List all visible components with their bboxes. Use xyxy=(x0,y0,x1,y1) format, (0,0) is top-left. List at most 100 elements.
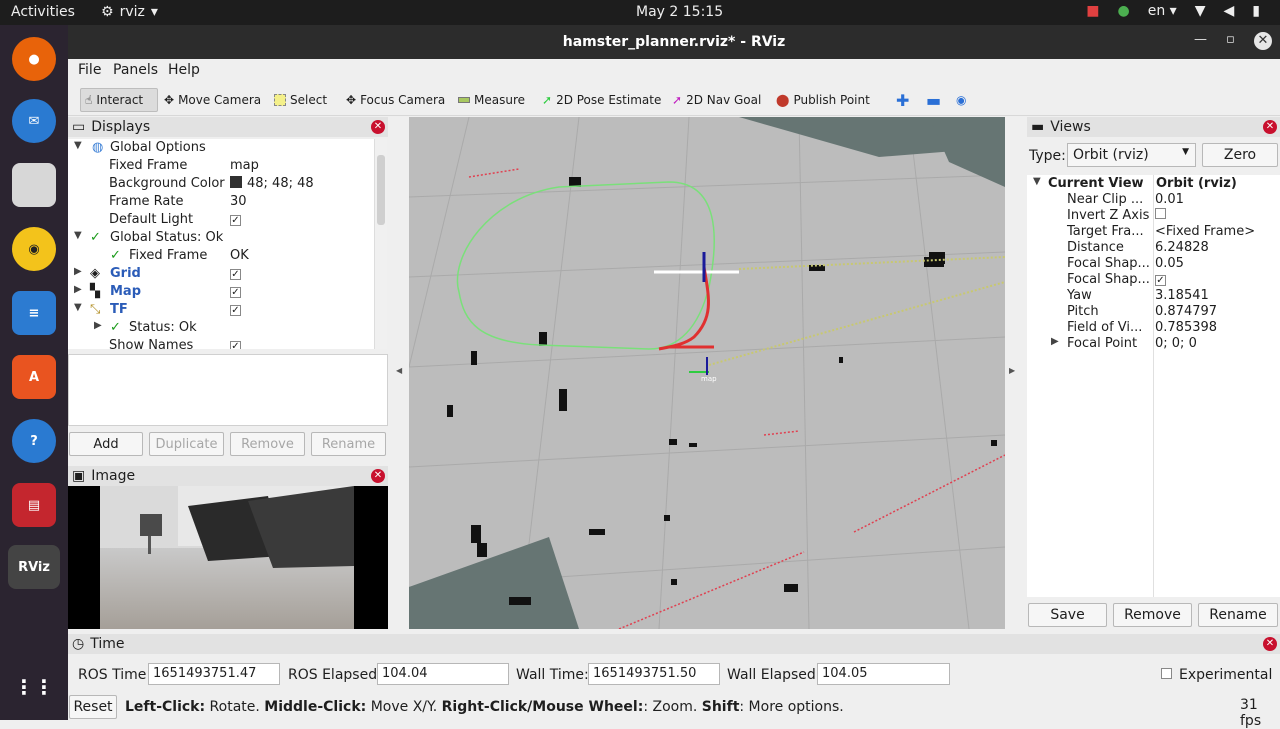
tree-row[interactable]: Background Color 48; 48; 48 xyxy=(68,175,374,193)
collapse-left-icon[interactable]: ◀ xyxy=(396,366,402,375)
rviz-dock-icon[interactable]: RViz xyxy=(8,545,60,589)
scrollbar-thumb[interactable] xyxy=(377,155,385,225)
duplicate-display-button[interactable]: Duplicate xyxy=(149,432,224,456)
remove-display-button[interactable]: Remove xyxy=(230,432,305,456)
ros-elapsed-field[interactable]: 104.04 xyxy=(377,663,509,685)
render-viewport[interactable]: map xyxy=(409,117,1005,629)
experimental-checkbox[interactable] xyxy=(1161,668,1172,679)
collapse-right-icon[interactable]: ▶ xyxy=(1009,366,1015,375)
close-panel-icon[interactable]: ✕ xyxy=(371,469,385,483)
tree-row[interactable]: ▶ ▚ Map ✓ xyxy=(68,283,374,301)
add-display-button[interactable]: Add xyxy=(69,432,143,456)
clock[interactable]: May 2 15:15 xyxy=(636,4,723,20)
checkbox[interactable]: ✓ xyxy=(230,305,241,316)
add-tool-icon[interactable]: ✚ xyxy=(892,88,913,112)
view-type-select[interactable]: Orbit (rviz) ▼ xyxy=(1067,143,1196,167)
ros-time-field[interactable]: 1651493751.47 xyxy=(148,663,280,685)
displays-scrollbar[interactable] xyxy=(374,139,387,349)
files-icon[interactable] xyxy=(12,163,56,207)
volume-icon[interactable]: ◀ xyxy=(1224,3,1235,19)
wall-time-field[interactable]: 1651493751.50 xyxy=(588,663,720,685)
save-view-button[interactable]: Save xyxy=(1028,603,1107,627)
tool-properties-icon[interactable]: ◉ xyxy=(952,88,970,112)
interact-tool[interactable]: ☝ Interact xyxy=(80,88,158,112)
focus-camera-label: Focus Camera xyxy=(360,93,446,107)
help-icon[interactable]: ? xyxy=(12,419,56,463)
language-label: en xyxy=(1147,3,1166,19)
close-panel-icon[interactable]: ✕ xyxy=(371,120,385,134)
camera-image xyxy=(68,486,388,629)
battery-icon[interactable]: ▮ xyxy=(1252,3,1260,19)
checkbox[interactable]: ✓ xyxy=(1155,275,1166,286)
tree-row[interactable]: Show Names ✓ xyxy=(68,337,374,349)
tf-icon: ⤡ xyxy=(90,302,101,317)
tree-row[interactable]: Frame Rate 30 xyxy=(68,193,374,211)
writer-icon[interactable]: ≡ xyxy=(12,291,56,335)
rename-display-button[interactable]: Rename xyxy=(311,432,386,456)
move-camera-tool[interactable]: ✥ Move Camera xyxy=(160,88,265,112)
scene-svg[interactable]: map xyxy=(409,117,1005,629)
app-menu[interactable]: ⚙ rviz ▾ xyxy=(101,4,158,20)
language-indicator[interactable]: en ▾ xyxy=(1148,3,1177,19)
rhythmbox-icon[interactable]: ◉ xyxy=(12,227,56,271)
views-title: Views xyxy=(1050,119,1091,135)
fps-readout: 31 fps xyxy=(1240,697,1262,729)
dock: ● ✉ ◉ ≡ A ? ▤ RViz ⋮⋮ xyxy=(0,25,68,720)
shield-icon[interactable]: ● xyxy=(1118,3,1130,19)
tree-row[interactable]: Fixed Frame map xyxy=(68,157,374,175)
select-tool[interactable]: Select xyxy=(270,88,331,112)
software-center-icon[interactable]: A xyxy=(12,355,56,399)
chevron-down-icon: ▾ xyxy=(150,4,158,20)
wall-elapsed-field[interactable]: 104.05 xyxy=(817,663,950,685)
tree-row[interactable]: ▼ ◍ Global Options xyxy=(68,139,374,157)
tree-row[interactable]: ▶ Focal Point 0; 0; 0 xyxy=(1027,335,1280,353)
close-window-icon[interactable]: ✕ xyxy=(1254,32,1272,50)
tree-row[interactable]: Default Light ✓ xyxy=(68,211,374,229)
measure-label: Measure xyxy=(474,93,525,107)
system-tray[interactable]: ■ ● en ▾ ▼ ◀ ▮ xyxy=(1086,3,1260,19)
remove-tool-icon[interactable]: ▬ xyxy=(922,88,945,112)
minimize-icon[interactable]: — xyxy=(1194,32,1207,47)
close-panel-icon[interactable]: ✕ xyxy=(1263,637,1277,651)
view-type-label: Type: xyxy=(1029,148,1066,164)
checkbox[interactable]: ✓ xyxy=(230,341,241,349)
menu-panels[interactable]: Panels xyxy=(113,62,158,78)
monitor-icon: ▭ xyxy=(72,119,86,135)
tool-bar: ☝ Interact ✥ Move Camera Select ✥ Focus Cam… xyxy=(68,82,1280,116)
pose-estimate-tool[interactable]: ➚ 2D Pose Estimate xyxy=(538,88,665,112)
presentation-icon[interactable]: ▤ xyxy=(12,483,56,527)
window-titlebar: hamster_planner.rviz* - RViz — ▫ ✕ xyxy=(68,25,1280,59)
app-grid-icon[interactable]: ⋮⋮ xyxy=(12,665,56,709)
tree-row[interactable]: ▼ ⤡ TF ✓ xyxy=(68,301,374,319)
zero-button[interactable]: Zero xyxy=(1202,143,1278,167)
checkbox[interactable] xyxy=(1155,208,1166,219)
remove-view-button[interactable]: Remove xyxy=(1113,603,1192,627)
rename-view-button[interactable]: Rename xyxy=(1198,603,1278,627)
menu-file[interactable]: File xyxy=(78,62,101,78)
publish-point-tool[interactable]: ⬤ Publish Point xyxy=(772,88,874,112)
menu-help[interactable]: Help xyxy=(168,62,200,78)
maximize-icon[interactable]: ▫ xyxy=(1226,32,1235,47)
image-icon: ▣ xyxy=(72,468,86,484)
tree-row[interactable]: ▶ ✓ Status: Ok xyxy=(68,319,374,337)
camera-icon[interactable]: ■ xyxy=(1086,3,1099,19)
checkbox[interactable]: ✓ xyxy=(230,287,241,298)
thunderbird-icon[interactable]: ✉ xyxy=(12,99,56,143)
activities-button[interactable]: Activities xyxy=(11,4,75,20)
nav-goal-label: 2D Nav Goal xyxy=(686,93,762,107)
color-swatch[interactable] xyxy=(230,176,242,188)
nav-goal-tool[interactable]: ➚ 2D Nav Goal xyxy=(668,88,765,112)
close-panel-icon[interactable]: ✕ xyxy=(1263,120,1277,134)
tree-row[interactable]: ▼ ✓ Global Status: Ok xyxy=(68,229,374,247)
tree-row[interactable]: ▶ ◈ Grid ✓ xyxy=(68,265,374,283)
grid-icon: ◈ xyxy=(90,266,100,281)
wifi-icon[interactable]: ▼ xyxy=(1195,3,1206,19)
focus-camera-tool[interactable]: ✥ Focus Camera xyxy=(342,88,449,112)
window-title: hamster_planner.rviz* - RViz xyxy=(562,34,786,50)
firefox-icon[interactable]: ● xyxy=(12,37,56,81)
tree-row[interactable]: ✓ Fixed Frame OK xyxy=(68,247,374,265)
reset-button[interactable]: Reset xyxy=(69,695,117,719)
checkbox[interactable]: ✓ xyxy=(230,215,241,226)
checkbox[interactable]: ✓ xyxy=(230,269,241,280)
measure-tool[interactable]: Measure xyxy=(454,88,529,112)
